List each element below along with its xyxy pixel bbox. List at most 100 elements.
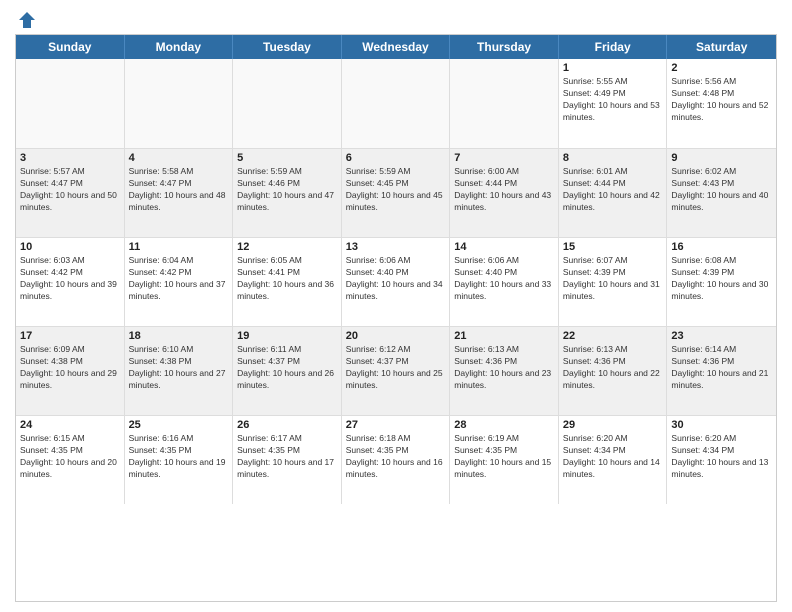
day-info: Sunrise: 6:09 AMSunset: 4:38 PMDaylight:… (20, 344, 120, 392)
day-number: 28 (454, 419, 554, 431)
day-info: Sunrise: 6:18 AMSunset: 4:35 PMDaylight:… (346, 433, 446, 481)
logo-icon (17, 10, 37, 30)
calendar-body: 1 Sunrise: 5:55 AMSunset: 4:49 PMDaylight… (16, 59, 776, 504)
calendar-cell (450, 59, 559, 148)
day-info: Sunrise: 6:02 AMSunset: 4:43 PMDaylight:… (671, 166, 772, 214)
day-number: 19 (237, 330, 337, 342)
day-number: 23 (671, 330, 772, 342)
day-number: 11 (129, 241, 229, 253)
day-number: 30 (671, 419, 772, 431)
calendar-week-5: 24Sunrise: 6:15 AMSunset: 4:35 PMDayligh… (16, 415, 776, 504)
day-info: Sunrise: 6:20 AMSunset: 4:34 PMDaylight:… (563, 433, 663, 481)
day-info: Sunrise: 6:12 AMSunset: 4:37 PMDaylight:… (346, 344, 446, 392)
calendar-header: SundayMondayTuesdayWednesdayThursdayFrid… (16, 35, 776, 59)
day-number: 18 (129, 330, 229, 342)
day-info: Sunrise: 6:01 AMSunset: 4:44 PMDaylight:… (563, 166, 663, 214)
calendar-week-4: 17 Sunrise: 6:09 AMSunset: 4:38 PMDayligh… (16, 326, 776, 415)
header-day-saturday: Saturday (667, 35, 776, 59)
calendar: SundayMondayTuesdayWednesdayThursdayFrid… (15, 34, 777, 602)
day-number: 24 (20, 419, 120, 431)
calendar-cell (342, 59, 451, 148)
day-info: Sunrise: 5:59 AMSunset: 4:46 PMDaylight:… (237, 166, 337, 214)
day-number: 14 (454, 241, 554, 253)
calendar-cell: 13 Sunrise: 6:06 AMSunset: 4:40 PMDayligh… (342, 238, 451, 326)
calendar-cell: 22 Sunrise: 6:13 AMSunset: 4:36 PMDayligh… (559, 327, 668, 415)
day-number: 20 (346, 330, 446, 342)
day-number: 17 (20, 330, 120, 342)
day-info: Sunrise: 6:20 AMSunset: 4:34 PMDaylight:… (671, 433, 772, 481)
day-number: 27 (346, 419, 446, 431)
calendar-cell: 8 Sunrise: 6:01 AMSunset: 4:44 PMDaylight… (559, 149, 668, 237)
calendar-cell: 18Sunrise: 6:10 AMSunset: 4:38 PMDayligh… (125, 327, 234, 415)
day-info: Sunrise: 6:13 AMSunset: 4:36 PMDaylight:… (563, 344, 663, 392)
day-number: 29 (563, 419, 663, 431)
calendar-cell: 3 Sunrise: 5:57 AMSunset: 4:47 PMDaylight… (16, 149, 125, 237)
header (15, 10, 777, 26)
day-info: Sunrise: 6:03 AMSunset: 4:42 PMDaylight:… (20, 255, 120, 303)
day-info: Sunrise: 5:57 AMSunset: 4:47 PMDaylight:… (20, 166, 120, 214)
calendar-cell: 17 Sunrise: 6:09 AMSunset: 4:38 PMDayligh… (16, 327, 125, 415)
day-info: Sunrise: 6:14 AMSunset: 4:36 PMDaylight:… (671, 344, 772, 392)
calendar-cell: 11 Sunrise: 6:04 AMSunset: 4:42 PMDayligh… (125, 238, 234, 326)
day-number: 15 (563, 241, 663, 253)
calendar-cell: 19 Sunrise: 6:11 AMSunset: 4:37 PMDayligh… (233, 327, 342, 415)
day-number: 7 (454, 152, 554, 164)
calendar-cell: 2 Sunrise: 5:56 AMSunset: 4:48 PMDaylight… (667, 59, 776, 148)
calendar-week-3: 10Sunrise: 6:03 AMSunset: 4:42 PMDayligh… (16, 237, 776, 326)
header-day-friday: Friday (559, 35, 668, 59)
calendar-cell: 29 Sunrise: 6:20 AMSunset: 4:34 PMDayligh… (559, 416, 668, 504)
day-info: Sunrise: 5:56 AMSunset: 4:48 PMDaylight:… (671, 76, 772, 124)
day-info: Sunrise: 6:17 AMSunset: 4:35 PMDaylight:… (237, 433, 337, 481)
calendar-week-2: 3 Sunrise: 5:57 AMSunset: 4:47 PMDaylight… (16, 148, 776, 237)
calendar-cell: 20 Sunrise: 6:12 AMSunset: 4:37 PMDayligh… (342, 327, 451, 415)
day-number: 4 (129, 152, 229, 164)
calendar-cell: 28 Sunrise: 6:19 AMSunset: 4:35 PMDayligh… (450, 416, 559, 504)
calendar-cell (233, 59, 342, 148)
day-info: Sunrise: 6:08 AMSunset: 4:39 PMDaylight:… (671, 255, 772, 303)
day-number: 12 (237, 241, 337, 253)
day-info: Sunrise: 6:06 AMSunset: 4:40 PMDaylight:… (454, 255, 554, 303)
day-number: 1 (563, 62, 663, 74)
calendar-cell: 14 Sunrise: 6:06 AMSunset: 4:40 PMDayligh… (450, 238, 559, 326)
day-number: 25 (129, 419, 229, 431)
day-number: 9 (671, 152, 772, 164)
day-info: Sunrise: 6:05 AMSunset: 4:41 PMDaylight:… (237, 255, 337, 303)
calendar-cell (125, 59, 234, 148)
day-number: 22 (563, 330, 663, 342)
day-number: 3 (20, 152, 120, 164)
day-number: 5 (237, 152, 337, 164)
calendar-cell: 10Sunrise: 6:03 AMSunset: 4:42 PMDayligh… (16, 238, 125, 326)
header-day-wednesday: Wednesday (342, 35, 451, 59)
day-info: Sunrise: 6:04 AMSunset: 4:42 PMDaylight:… (129, 255, 229, 303)
day-number: 2 (671, 62, 772, 74)
day-number: 8 (563, 152, 663, 164)
day-number: 21 (454, 330, 554, 342)
day-number: 13 (346, 241, 446, 253)
day-info: Sunrise: 5:55 AMSunset: 4:49 PMDaylight:… (563, 76, 663, 124)
day-info: Sunrise: 5:59 AMSunset: 4:45 PMDaylight:… (346, 166, 446, 214)
calendar-cell: 1 Sunrise: 5:55 AMSunset: 4:49 PMDaylight… (559, 59, 668, 148)
calendar-cell: 16 Sunrise: 6:08 AMSunset: 4:39 PMDayligh… (667, 238, 776, 326)
header-day-tuesday: Tuesday (233, 35, 342, 59)
day-info: Sunrise: 6:19 AMSunset: 4:35 PMDaylight:… (454, 433, 554, 481)
day-info: Sunrise: 6:11 AMSunset: 4:37 PMDaylight:… (237, 344, 337, 392)
day-number: 16 (671, 241, 772, 253)
calendar-cell: 5 Sunrise: 5:59 AMSunset: 4:46 PMDaylight… (233, 149, 342, 237)
day-info: Sunrise: 6:07 AMSunset: 4:39 PMDaylight:… (563, 255, 663, 303)
calendar-cell: 15 Sunrise: 6:07 AMSunset: 4:39 PMDayligh… (559, 238, 668, 326)
calendar-cell: 9 Sunrise: 6:02 AMSunset: 4:43 PMDaylight… (667, 149, 776, 237)
day-info: Sunrise: 6:00 AMSunset: 4:44 PMDaylight:… (454, 166, 554, 214)
calendar-cell: 6Sunrise: 5:59 AMSunset: 4:45 PMDaylight… (342, 149, 451, 237)
calendar-cell: 25 Sunrise: 6:16 AMSunset: 4:35 PMDayligh… (125, 416, 234, 504)
calendar-cell (16, 59, 125, 148)
day-number: 26 (237, 419, 337, 431)
day-info: Sunrise: 5:58 AMSunset: 4:47 PMDaylight:… (129, 166, 229, 214)
calendar-cell: 23 Sunrise: 6:14 AMSunset: 4:36 PMDayligh… (667, 327, 776, 415)
header-day-monday: Monday (125, 35, 234, 59)
calendar-cell: 21 Sunrise: 6:13 AMSunset: 4:36 PMDayligh… (450, 327, 559, 415)
day-info: Sunrise: 6:13 AMSunset: 4:36 PMDaylight:… (454, 344, 554, 392)
day-info: Sunrise: 6:16 AMSunset: 4:35 PMDaylight:… (129, 433, 229, 481)
calendar-cell: 7 Sunrise: 6:00 AMSunset: 4:44 PMDaylight… (450, 149, 559, 237)
day-info: Sunrise: 6:06 AMSunset: 4:40 PMDaylight:… (346, 255, 446, 303)
logo (15, 10, 37, 26)
